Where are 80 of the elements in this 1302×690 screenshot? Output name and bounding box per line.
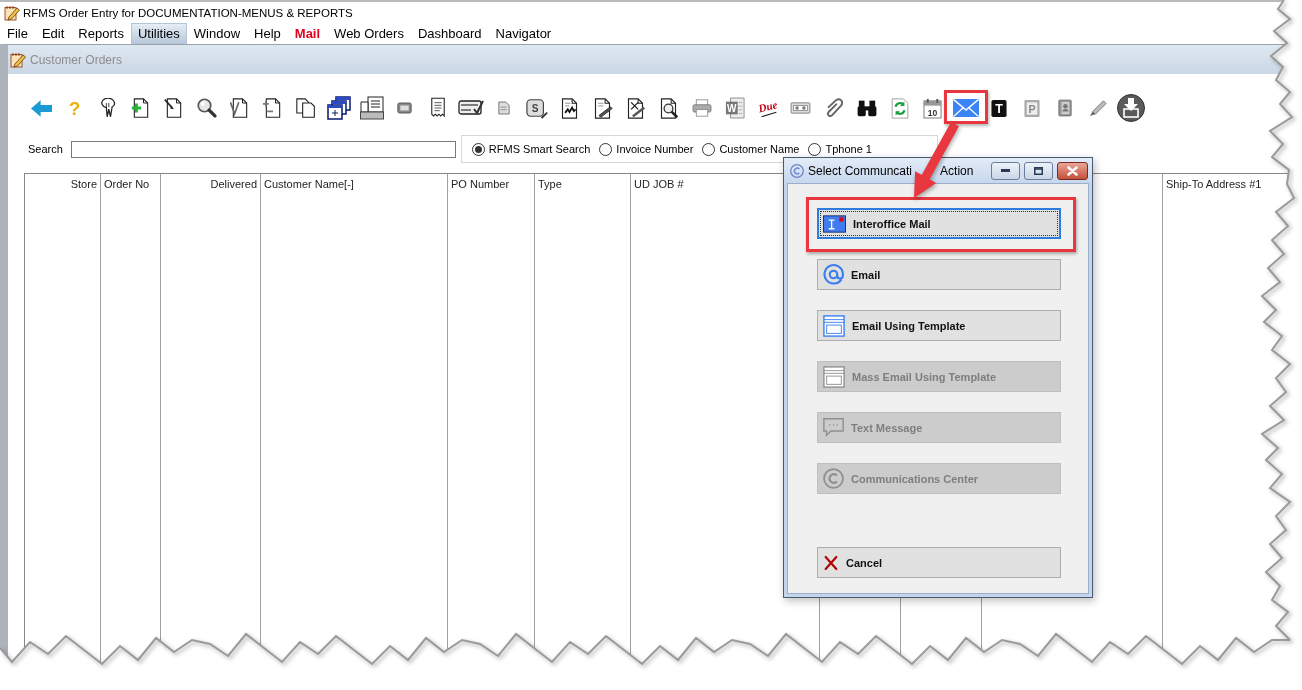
interoffice-mail-button[interactable]: Interoffice Mail: [817, 208, 1061, 239]
at-sign-icon: [823, 264, 844, 285]
column-header[interactable]: Store: [25, 174, 100, 195]
email-template-button[interactable]: Email Using Template: [817, 310, 1061, 341]
paperclip-icon[interactable]: [824, 97, 843, 119]
refresh-icon[interactable]: [890, 97, 909, 119]
minimize-button[interactable]: [991, 161, 1020, 180]
small-document-icon[interactable]: [497, 101, 510, 115]
letter-tile-icon[interactable]: T: [990, 98, 1007, 118]
document-magnifier-icon[interactable]: [658, 97, 679, 119]
dialog-title: Select Communcati: [808, 163, 913, 178]
radio-icon[interactable]: [808, 142, 822, 156]
interoffice-mail-icon: [823, 214, 846, 233]
cross-icon: [823, 554, 839, 571]
stacked-windows-icon[interactable]: [326, 96, 351, 120]
menu-item[interactable]: Window: [186, 23, 248, 44]
circle-c-icon: [790, 163, 804, 178]
template-icon: [823, 365, 845, 388]
binoculars-icon[interactable]: [856, 99, 877, 117]
speech-bubble-icon: [823, 417, 844, 438]
search-mode-radio[interactable]: Tphone 1: [808, 142, 872, 156]
search-mode-radio[interactable]: RFMS Smart Search: [471, 142, 591, 156]
minimize-icon: [1001, 169, 1010, 172]
edit-document-icon[interactable]: [163, 98, 184, 118]
notepad-icon: [10, 51, 26, 68]
search-mode-radio[interactable]: Customer Name: [702, 142, 800, 156]
column-header[interactable]: Type: [535, 174, 630, 195]
column-header[interactable]: Delivered: [161, 174, 260, 195]
calendar-icon[interactable]: 10: [923, 97, 942, 119]
menu-item[interactable]: Dashboard: [410, 23, 489, 44]
maximize-button[interactable]: [1024, 161, 1053, 180]
contact-book-icon[interactable]: [1057, 99, 1072, 117]
dialog-title: Action: [940, 163, 974, 178]
menu-item[interactable]: Mail: [287, 23, 328, 44]
email-button[interactable]: Email: [817, 259, 1061, 290]
download-icon[interactable]: [1116, 94, 1145, 122]
add-document-icon[interactable]: [130, 98, 151, 118]
tooth-icon[interactable]: [99, 98, 116, 118]
document-scribble-icon[interactable]: [559, 97, 580, 119]
menu-item[interactable]: Web Orders: [327, 23, 411, 44]
printer-icon[interactable]: [691, 99, 712, 117]
window-title: RFMS Order Entry for DOCUMENTATION-MENUS & REPORTS: [23, 6, 353, 19]
menu-item[interactable]: File: [0, 23, 35, 44]
document-pen-icon[interactable]: [592, 97, 613, 119]
document-pen-cross-icon[interactable]: [625, 97, 646, 119]
back-arrow-icon[interactable]: [31, 99, 52, 117]
child-window-title: Customer Orders: [30, 52, 123, 67]
menu-item[interactable]: Utilities: [130, 23, 187, 44]
radio-icon[interactable]: [702, 142, 716, 156]
template-icon: [823, 314, 845, 337]
document-tray-icon[interactable]: [358, 96, 385, 120]
plus-minus-document-icon[interactable]: [262, 98, 283, 118]
pen-icon[interactable]: [1088, 99, 1107, 117]
search-label: Search: [28, 143, 63, 155]
mail-icon[interactable]: [952, 99, 979, 117]
credit-card-icon[interactable]: [457, 99, 484, 117]
column-header[interactable]: Ship-To Address #1: [1163, 174, 1283, 195]
search-mode-radio[interactable]: Invoice Number: [599, 142, 694, 156]
close-button[interactable]: [1057, 161, 1088, 180]
radio-icon[interactable]: [599, 142, 613, 156]
search-field[interactable]: [70, 140, 456, 158]
circle-c-icon: [823, 468, 844, 489]
cancel-button[interactable]: Cancel: [817, 547, 1061, 578]
chip-icon[interactable]: [397, 102, 412, 114]
receipt-icon[interactable]: [429, 97, 446, 119]
search-icon[interactable]: [196, 98, 217, 118]
menu-item[interactable]: Help: [247, 23, 288, 44]
menu-item[interactable]: Navigator: [488, 23, 559, 44]
menu-item[interactable]: Edit: [34, 23, 72, 44]
column-header[interactable]: Customer Name[-]: [261, 174, 447, 195]
notepad-icon: [4, 4, 20, 21]
menu-item[interactable]: Reports: [71, 23, 131, 44]
column-header[interactable]: Order No: [101, 174, 160, 195]
document-check-icon[interactable]: [229, 98, 250, 118]
column-header[interactable]: PO Number: [448, 174, 534, 195]
radio-icon[interactable]: [471, 142, 485, 156]
copy-icon[interactable]: [295, 98, 316, 118]
tape-icon[interactable]: [790, 102, 811, 114]
close-icon: [1067, 165, 1078, 176]
maximize-icon: [1034, 166, 1043, 175]
